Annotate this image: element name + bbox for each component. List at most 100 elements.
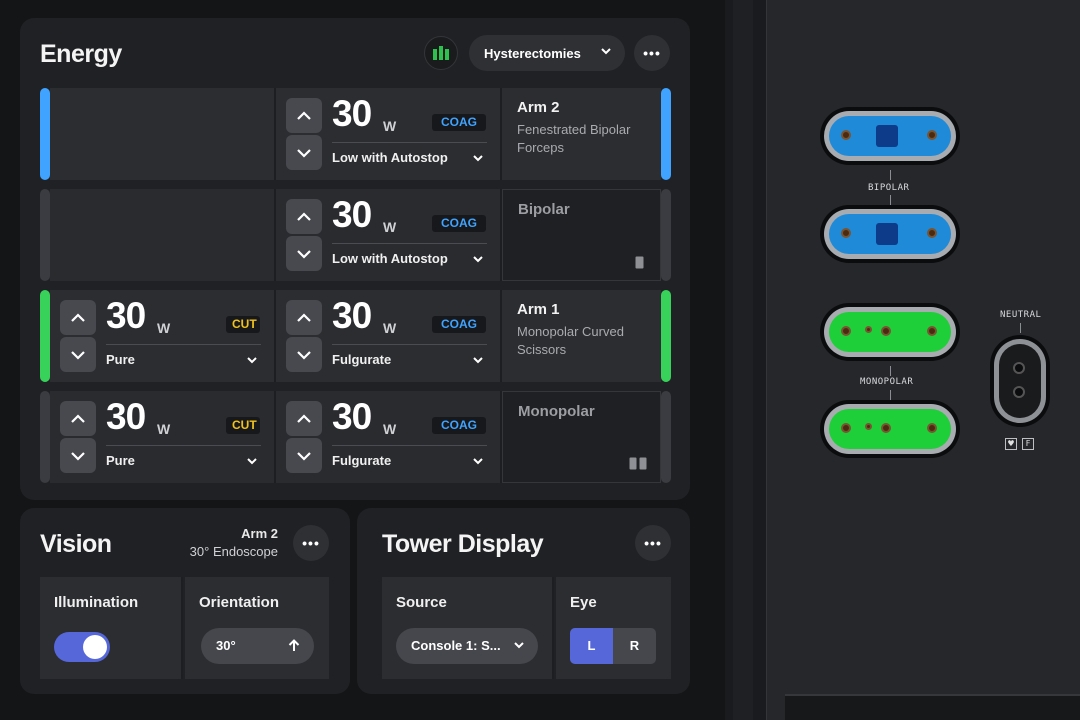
toggle-knob <box>83 635 107 659</box>
chevron-down-icon <box>473 256 483 263</box>
label-tick <box>890 390 891 400</box>
divider <box>106 445 261 446</box>
power-up-button[interactable] <box>286 199 322 234</box>
port-face <box>829 312 951 352</box>
procedure-preset-value: Hysterectomies <box>484 45 581 61</box>
power-up-button[interactable] <box>60 300 96 335</box>
bipolar-port-2 <box>820 205 960 263</box>
source-dropdown[interactable]: Console 1: S... <box>396 628 538 664</box>
chevron-up-icon <box>71 312 85 322</box>
illumination-box: Illumination <box>40 577 183 679</box>
waveform-dropdown[interactable]: Fulgurate <box>332 453 487 471</box>
power-value: 30 <box>332 194 372 235</box>
divider <box>332 344 487 345</box>
chevron-down-icon <box>601 48 611 55</box>
procedure-preset-dropdown[interactable]: Hysterectomies <box>469 35 625 71</box>
energy-row-arm-2: 30 W COAG Low with Autostop Arm 2 Fenest… <box>40 88 671 180</box>
power-unit: W <box>383 421 397 437</box>
power-unit: W <box>383 118 397 134</box>
tower-display-panel: Tower Display ••• Source Console 1: S...… <box>357 508 690 694</box>
eye-left-button[interactable]: L <box>570 628 613 664</box>
power-down-button[interactable] <box>60 438 96 473</box>
orientation-button[interactable]: 30° <box>201 628 314 664</box>
power-stepper <box>286 199 322 271</box>
power-up-button[interactable] <box>286 98 322 133</box>
bipolar-socket <box>876 125 898 147</box>
chevron-down-icon <box>297 451 311 461</box>
mode-badge: COAG <box>432 316 486 333</box>
power-down-button[interactable] <box>60 337 96 372</box>
illumination-toggle[interactable] <box>54 632 110 662</box>
power-down-button[interactable] <box>286 438 322 473</box>
power-down-button[interactable] <box>286 337 322 372</box>
pin <box>881 423 891 433</box>
eye-label: Eye <box>570 594 597 611</box>
label-tick <box>1020 323 1021 333</box>
power-unit: W <box>157 421 171 437</box>
empty-cell <box>50 189 276 281</box>
vision-more-button[interactable]: ••• <box>293 525 329 561</box>
instrument-title: Bipolar <box>518 201 570 218</box>
row-accent-bar <box>661 290 671 382</box>
orientation-value: 30° <box>216 638 236 653</box>
waveform-value: Low with Autostop <box>332 150 448 165</box>
energy-row-bipolar: 30 W COAG Low with Autostop Bipolar <box>40 189 671 281</box>
row-accent-bar <box>40 189 50 281</box>
waveform-dropdown[interactable]: Pure <box>106 453 261 471</box>
power-up-button[interactable] <box>60 401 96 436</box>
power-value: 30 <box>106 295 146 336</box>
mode-badge: COAG <box>432 417 486 434</box>
waveform-dropdown[interactable]: Fulgurate <box>332 352 487 370</box>
waveform-dropdown[interactable]: Pure <box>106 352 261 370</box>
bipolar-cable-icon <box>635 256 644 269</box>
power-value: 30 <box>332 93 372 134</box>
panel-bezel <box>725 0 767 720</box>
energy-row-arm-1: 30 W CUT Pure 30 W COAG Fulgurate Arm 1 … <box>40 290 671 382</box>
eye-right-button[interactable]: R <box>613 628 656 664</box>
power-unit: W <box>383 320 397 336</box>
instrument-info: Bipolar <box>502 189 661 281</box>
chevron-down-icon <box>514 642 524 649</box>
energy-more-button[interactable]: ••• <box>634 35 670 71</box>
chevron-down-icon <box>71 350 85 360</box>
pin <box>927 130 937 140</box>
instrument-name: Fenestrated Bipolar Forceps <box>517 122 631 155</box>
pin <box>865 423 872 430</box>
chevron-down-icon <box>247 458 257 465</box>
mode-badge: CUT <box>226 417 260 434</box>
divider <box>106 344 261 345</box>
tower-display-title: Tower Display <box>382 530 544 558</box>
pin <box>927 423 937 433</box>
waveform-dropdown[interactable]: Low with Autostop <box>332 251 487 269</box>
chevron-down-icon <box>473 458 483 465</box>
cardiac-symbol-icon: ♥ <box>1005 438 1017 450</box>
waveform-value: Low with Autostop <box>332 251 448 266</box>
pin <box>881 326 891 336</box>
vision-scope: 30° Endoscope <box>189 544 278 559</box>
coag-control: 30 W COAG Low with Autostop <box>276 189 502 281</box>
power-unit: W <box>383 219 397 235</box>
port-face <box>829 214 951 254</box>
port-face <box>829 116 951 156</box>
vision-arm: Arm 2 <box>241 526 278 541</box>
generator-front-panel: BIPOLAR MONOPOLAR NEUTRAL ♥ F <box>725 0 1080 720</box>
source-label: Source <box>396 594 447 611</box>
preset-library-button[interactable] <box>424 36 458 70</box>
chevron-up-icon <box>297 312 311 322</box>
f-type-symbol-icon: F <box>1022 438 1034 450</box>
power-up-button[interactable] <box>286 401 322 436</box>
chevron-up-icon <box>297 413 311 423</box>
panel-bottom-trim <box>785 694 1080 720</box>
chevron-up-icon <box>71 413 85 423</box>
chevron-down-icon <box>71 451 85 461</box>
chevron-down-icon <box>297 148 311 158</box>
power-down-button[interactable] <box>286 236 322 271</box>
tower-more-button[interactable]: ••• <box>635 525 671 561</box>
power-down-button[interactable] <box>286 135 322 170</box>
waveform-value: Pure <box>106 352 135 367</box>
power-up-button[interactable] <box>286 300 322 335</box>
waveform-dropdown[interactable]: Low with Autostop <box>332 150 487 168</box>
bipolar-label: BIPOLAR <box>868 183 910 193</box>
instrument-info: Arm 2 Fenestrated Bipolar Forceps <box>502 88 661 180</box>
instrument-info: Arm 1 Monopolar Curved Scissors <box>502 290 661 382</box>
